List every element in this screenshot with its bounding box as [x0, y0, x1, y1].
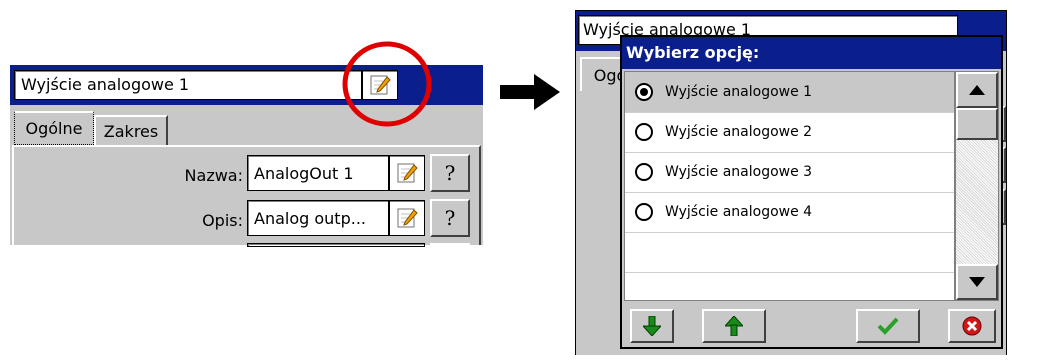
ok-button[interactable] [856, 309, 920, 343]
help-button-opis[interactable]: ? [430, 199, 470, 237]
radio-button[interactable] [635, 163, 653, 181]
tab-zakres[interactable]: Zakres [94, 115, 168, 145]
partial-help-button [430, 243, 470, 245]
tab-zakres-label: Zakres [103, 121, 159, 141]
option-label: Wyjście analogowe 3 [665, 164, 813, 180]
dialog-title-bar: Wybierz opcję: [622, 37, 1001, 69]
move-up-button[interactable] [702, 309, 766, 343]
scroll-up-button[interactable] [956, 72, 998, 108]
tab-ogolne[interactable]: Ogólne [14, 111, 94, 145]
edit-icon[interactable] [396, 207, 418, 229]
option-label: Wyjście analogowe 4 [665, 204, 813, 220]
arrow-down-icon [643, 316, 661, 336]
help-button-nazwa[interactable]: ? [430, 154, 470, 192]
select-dialog: Wybierz opcję: Wyjście analogowe 1 Wyjśc… [620, 35, 1003, 349]
scroll-down-button[interactable] [956, 264, 998, 300]
right-arrow-icon [500, 74, 560, 110]
partial-field [247, 243, 425, 247]
field-label-nazwa: Nazwa: [184, 166, 243, 185]
move-down-button[interactable] [630, 309, 674, 343]
option-row-1[interactable]: Wyjście analogowe 1 [625, 72, 954, 113]
field-label-opis: Opis: [202, 211, 243, 230]
nazwa-field[interactable]: AnalogOut 1 [247, 155, 425, 191]
cancel-button[interactable] [948, 309, 996, 343]
scroll-down-icon [969, 277, 985, 287]
empty-row [625, 232, 954, 273]
option-row-3[interactable]: Wyjście analogowe 3 [625, 152, 954, 193]
dialog-title: Wybierz opcję: [626, 43, 760, 62]
field-separator [388, 201, 390, 235]
arrow-up-icon [725, 316, 743, 336]
help-icon: ? [444, 161, 456, 185]
radio-button[interactable] [635, 203, 653, 221]
nazwa-value: AnalogOut 1 [254, 164, 354, 183]
option-label: Wyjście analogowe 1 [665, 84, 813, 100]
scroll-thumb[interactable] [956, 108, 998, 140]
radio-button[interactable] [635, 123, 653, 141]
cancel-icon [962, 316, 982, 336]
annotation-circle [342, 41, 432, 127]
field-separator [388, 156, 390, 190]
edit-icon[interactable] [396, 162, 418, 184]
checkmark-icon [877, 317, 899, 335]
right-window: Wyjście analogowe 1 Ogó ? ? ? Wybierz op… [575, 10, 1007, 355]
tab-ogolne-label: Ogólne [25, 119, 83, 138]
title-field-text: Wyjście analogowe 1 [21, 75, 190, 94]
option-row-2[interactable]: Wyjście analogowe 2 [625, 112, 954, 153]
scrollbar[interactable] [955, 71, 999, 301]
option-list[interactable]: Wyjście analogowe 1 Wyjście analogowe 2 … [624, 71, 955, 301]
radio-button-selected[interactable] [635, 83, 653, 101]
dialog-toolbar [622, 303, 1001, 347]
option-row-4[interactable]: Wyjście analogowe 4 [625, 192, 954, 233]
option-label: Wyjście analogowe 2 [665, 124, 813, 140]
opis-value: Analog outp... [254, 209, 366, 228]
opis-field[interactable]: Analog outp... [247, 200, 425, 236]
scroll-up-icon [969, 85, 985, 95]
help-icon: ? [444, 206, 456, 230]
